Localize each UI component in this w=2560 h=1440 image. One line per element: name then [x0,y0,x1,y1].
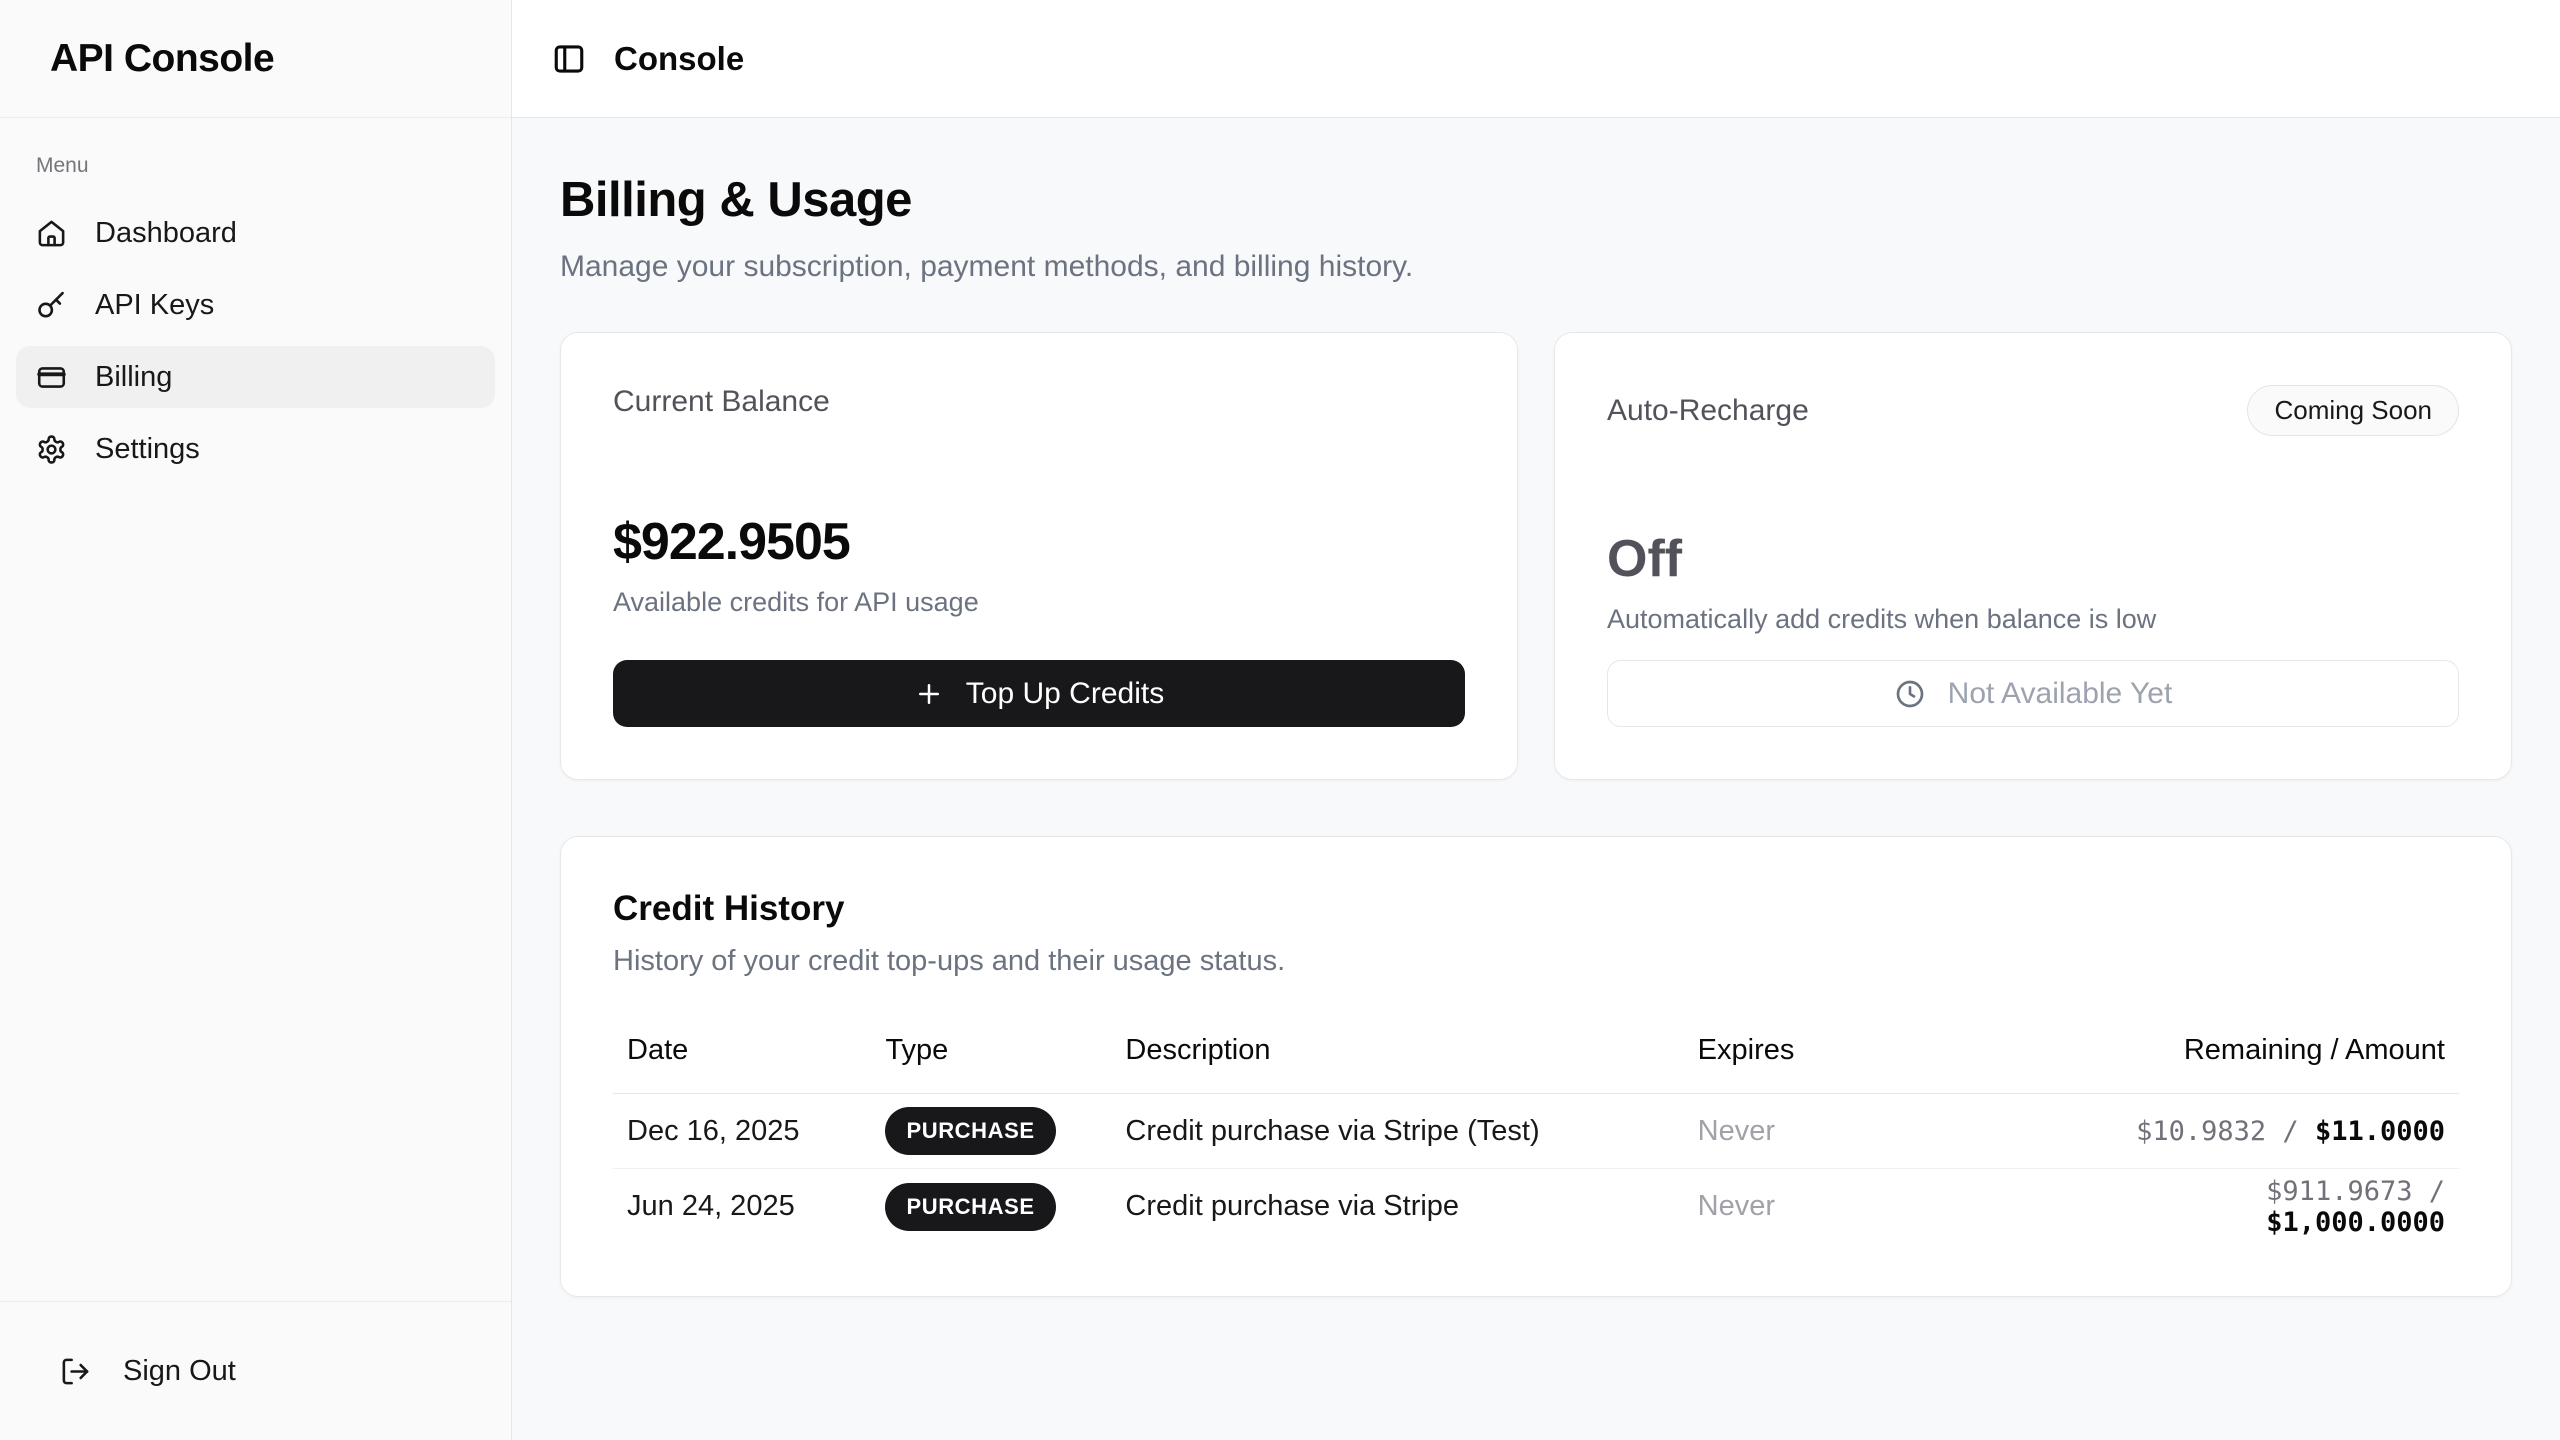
purchase-badge: PURCHASE [885,1107,1055,1155]
sidebar-footer: Sign Out [0,1301,511,1440]
home-icon [36,218,67,249]
cell-description: Credit purchase via Stripe (Test) [1111,1094,1683,1169]
cell-remaining-amount: $10.9832 / $11.0000 [2071,1094,2459,1169]
sidebar-item-settings[interactable]: Settings [16,418,495,480]
sidebar-header: API Console [0,0,511,118]
current-balance-card: Current Balance $922.9505 Available cred… [560,332,1518,780]
sidebar-item-label: Dashboard [95,217,237,250]
table-row: Dec 16, 2025 PURCHASE Credit purchase vi… [613,1094,2459,1169]
content: Billing & Usage Manage your subscription… [512,118,2560,1440]
log-out-icon [60,1356,91,1387]
not-available-label: Not Available Yet [1948,677,2173,711]
credit-history-title: Credit History [613,889,2459,929]
main-area: Console Billing & Usage Manage your subs… [512,0,2560,1440]
table-row: Jun 24, 2025 PURCHASE Credit purchase vi… [613,1169,2459,1244]
gear-icon [36,434,67,465]
column-header-remaining-amount: Remaining / Amount [2071,1016,2459,1094]
sidebar-item-label: Billing [95,361,172,394]
page-subtitle: Manage your subscription, payment method… [560,250,2512,284]
key-icon [36,290,67,321]
credit-history-card: Credit History History of your credit to… [560,836,2512,1297]
auto-recharge-card: Auto-Recharge Coming Soon Off Automatica… [1554,332,2512,780]
app-title: API Console [50,37,274,81]
column-header-expires: Expires [1684,1016,2072,1094]
panel-left-icon[interactable] [552,42,586,76]
auto-recharge-status: Off [1607,530,2459,590]
top-up-credits-button[interactable]: Top Up Credits [613,660,1465,727]
credit-history-table: Date Type Description Expires Remaining … [613,1016,2459,1244]
top-bar: Console [512,0,2560,118]
cell-date: Jun 24, 2025 [613,1169,871,1244]
cell-expires: Never [1684,1094,2072,1169]
remaining-value: $10.9832 [2136,1116,2266,1147]
amount-separator: / [2412,1176,2445,1207]
auto-recharge-label: Auto-Recharge [1607,394,1809,428]
cell-date: Dec 16, 2025 [613,1094,871,1169]
column-header-description: Description [1111,1016,1683,1094]
sign-out-button[interactable]: Sign Out [28,1340,268,1402]
balance-card-label: Current Balance [613,385,830,419]
remaining-value: $911.9673 [2266,1176,2412,1207]
clock-icon [1894,678,1926,710]
sidebar-item-api-keys[interactable]: API Keys [16,274,495,336]
top-up-credits-label: Top Up Credits [966,677,1164,711]
menu-section-label: Menu [16,154,495,178]
balance-caption: Available credits for API usage [613,587,1465,618]
header-title: Console [614,40,744,78]
credit-card-icon [36,362,67,393]
sidebar-item-dashboard[interactable]: Dashboard [16,202,495,264]
sidebar-item-billing[interactable]: Billing [16,346,495,408]
auto-recharge-caption: Automatically add credits when balance i… [1607,604,2459,635]
sidebar-item-label: Settings [95,433,200,466]
column-header-date: Date [613,1016,871,1094]
sidebar-item-label: API Keys [95,289,214,322]
cell-expires: Never [1684,1169,2072,1244]
amount-separator: / [2266,1116,2315,1147]
stat-cards-row: Current Balance $922.9505 Available cred… [560,332,2512,780]
cell-remaining-amount: $911.9673 / $1,000.0000 [2071,1169,2459,1244]
purchase-badge: PURCHASE [885,1183,1055,1231]
cell-description: Credit purchase via Stripe [1111,1169,1683,1244]
amount-value: $1,000.0000 [2266,1207,2445,1238]
amount-value: $11.0000 [2315,1116,2445,1147]
sign-out-label: Sign Out [123,1355,236,1388]
balance-amount: $922.9505 [613,513,1465,573]
table-header-row: Date Type Description Expires Remaining … [613,1016,2459,1094]
sidebar: API Console Menu Dashboard API Keys [0,0,512,1440]
column-header-type: Type [871,1016,1111,1094]
credit-history-subtitle: History of your credit top-ups and their… [613,945,2459,978]
not-available-button: Not Available Yet [1607,660,2459,727]
sidebar-nav: Menu Dashboard API Keys [0,118,511,1301]
coming-soon-badge: Coming Soon [2247,385,2459,436]
plus-icon [914,679,944,709]
page-title: Billing & Usage [560,172,2512,228]
